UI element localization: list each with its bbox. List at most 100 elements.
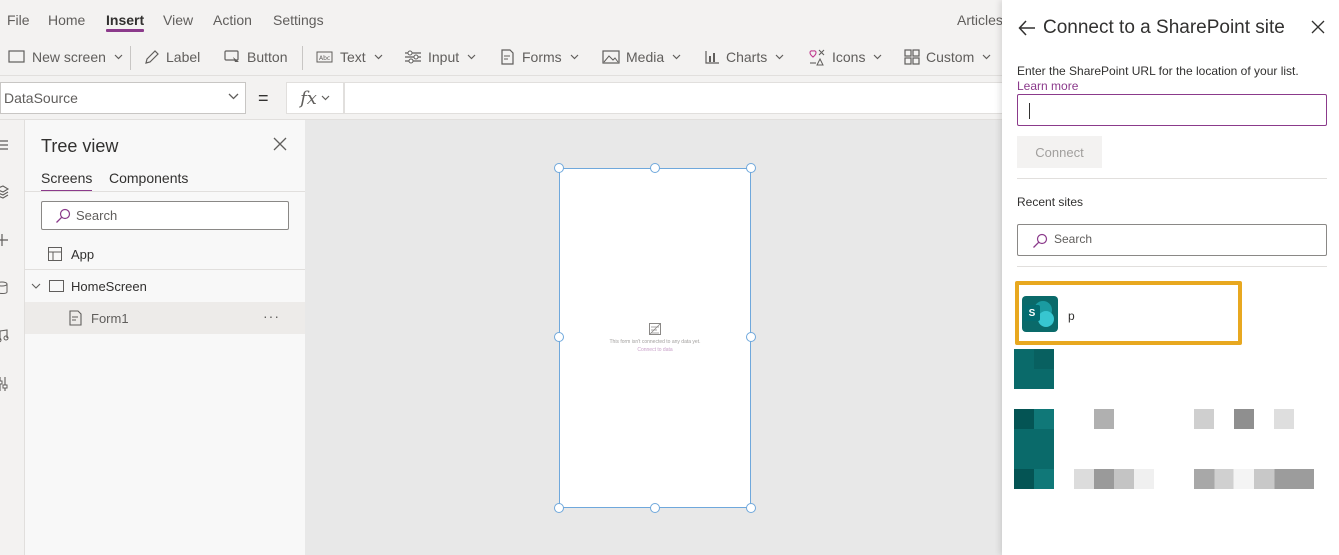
redacted-text <box>1074 469 1154 489</box>
resize-handle[interactable] <box>554 332 564 342</box>
resize-handle[interactable] <box>554 163 564 173</box>
label-button[interactable]: Label <box>144 46 200 68</box>
menu-insert[interactable]: Insert <box>106 12 145 32</box>
sharepoint-url-field[interactable] <box>1017 94 1327 126</box>
insert-ribbon: New screen Label Button Abc Text Input F… <box>0 38 1002 76</box>
menu-view[interactable]: View <box>163 12 193 28</box>
resize-handle[interactable] <box>650 503 660 513</box>
close-icon[interactable] <box>273 137 287 151</box>
media-icon[interactable] <box>0 329 10 343</box>
chart-icon <box>705 51 719 64</box>
recent-site-item[interactable]: S p <box>1015 281 1242 345</box>
new-screen-label: New screen <box>32 49 106 65</box>
custom-button[interactable]: Custom <box>904 46 991 68</box>
forms-label: Forms <box>522 49 562 65</box>
tree-item-label: HomeScreen <box>71 278 147 294</box>
hamburger-icon[interactable] <box>0 138 10 152</box>
url-instructions: Enter the SharePoint URL for the locatio… <box>1017 64 1299 78</box>
site-search-input[interactable] <box>1054 232 1314 246</box>
connect-data-link[interactable]: Connect to data <box>560 346 750 354</box>
input-button[interactable]: Input <box>404 46 476 68</box>
media-button[interactable]: Media <box>602 46 681 68</box>
screen-icon <box>49 280 64 292</box>
tree-search-input[interactable] <box>76 208 276 223</box>
chevron-down-icon <box>570 54 579 60</box>
tools-icon[interactable] <box>0 377 10 391</box>
property-dropdown[interactable]: DataSource <box>0 82 246 114</box>
tree-search-box[interactable] <box>41 201 289 230</box>
text-caret <box>1029 103 1030 119</box>
sharepoint-url-input[interactable] <box>1018 95 1326 125</box>
close-icon[interactable] <box>1311 20 1325 34</box>
panel-title: Connect to a SharePoint site <box>1043 17 1285 38</box>
media-icon <box>602 50 620 64</box>
menu-home[interactable]: Home <box>48 12 85 28</box>
chevron-down-icon <box>321 95 330 101</box>
learn-more-link[interactable]: Learn more <box>1017 79 1078 93</box>
redacted-text <box>1094 409 1114 429</box>
menu-file[interactable]: File <box>7 12 30 28</box>
charts-button[interactable]: Charts <box>704 46 784 68</box>
form-icon <box>649 323 661 335</box>
formula-bar: DataSource = fx <box>0 76 1002 120</box>
label-label: Label <box>166 49 201 65</box>
forms-icon <box>501 49 514 65</box>
text-button[interactable]: Abc Text <box>316 46 383 68</box>
resize-handle[interactable] <box>746 503 756 513</box>
new-screen-icon <box>8 50 25 63</box>
tree-item-app[interactable]: App <box>25 238 305 270</box>
ribbon-divider <box>130 46 131 70</box>
resize-handle[interactable] <box>554 503 564 513</box>
fx-label: fx <box>300 87 317 109</box>
formula-input[interactable] <box>344 82 1002 114</box>
layers-icon[interactable] <box>0 185 10 199</box>
form-placeholder[interactable]: This form isn't connected to any data ye… <box>560 323 750 354</box>
text-icon: Abc <box>316 51 333 63</box>
ribbon-divider <box>302 46 303 70</box>
connect-button[interactable]: Connect <box>1017 136 1102 168</box>
back-arrow-icon[interactable] <box>1018 19 1036 37</box>
icons-label: Icons <box>832 49 866 65</box>
resize-handle[interactable] <box>746 332 756 342</box>
icons-button[interactable]: Icons <box>808 46 882 68</box>
forms-button[interactable]: Forms <box>500 46 579 68</box>
text-label: Text <box>340 49 366 65</box>
chevron-down-icon[interactable] <box>31 283 41 289</box>
app-icon <box>48 247 62 261</box>
chevron-down-icon <box>114 54 123 60</box>
button-button[interactable]: Button <box>224 46 287 68</box>
sharepoint-icon: S <box>1022 296 1058 332</box>
search-icon <box>56 208 71 223</box>
app-screen[interactable]: This form isn't connected to any data ye… <box>559 168 751 508</box>
resize-handle[interactable] <box>746 163 756 173</box>
svg-text:Abc: Abc <box>319 55 330 62</box>
new-screen-button[interactable]: New screen <box>8 46 123 68</box>
redacted-site-icon <box>1014 409 1054 489</box>
equals-sign: = <box>258 88 269 108</box>
more-options-icon[interactable]: ··· <box>263 308 280 324</box>
plus-icon[interactable] <box>0 233 10 247</box>
chevron-down-icon <box>228 93 239 100</box>
chevron-down-icon <box>982 54 991 60</box>
charts-label: Charts <box>726 49 768 65</box>
redacted-text <box>1194 409 1214 429</box>
app-title: Articles <box>957 12 1003 28</box>
menu-action[interactable]: Action <box>213 12 252 28</box>
menu-settings[interactable]: Settings <box>273 12 324 28</box>
tree-item-form1[interactable]: Form1 ··· <box>25 302 305 334</box>
redacted-text <box>1234 409 1254 429</box>
tab-components[interactable]: Components <box>109 170 188 186</box>
database-icon[interactable] <box>0 281 10 295</box>
input-label: Input <box>428 49 460 65</box>
input-icon <box>405 50 421 64</box>
resize-handle[interactable] <box>650 163 660 173</box>
form-empty-message: This form isn't connected to any data ye… <box>609 339 701 345</box>
property-value: DataSource <box>4 90 78 106</box>
tab-screens[interactable]: Screens <box>41 170 93 192</box>
design-canvas[interactable]: This form isn't connected to any data ye… <box>305 120 1002 555</box>
media-label: Media <box>626 49 665 65</box>
fx-button[interactable]: fx <box>286 82 344 114</box>
chevron-down-icon <box>874 54 882 60</box>
site-search-box[interactable] <box>1017 224 1327 256</box>
tree-item-homescreen[interactable]: HomeScreen <box>25 270 305 302</box>
